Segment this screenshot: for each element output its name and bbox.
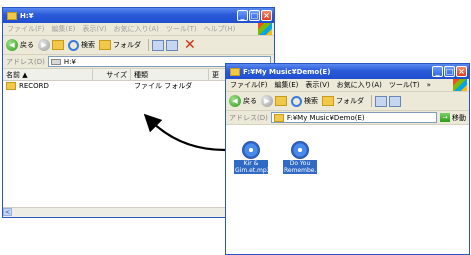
search-button-label[interactable]: 検索 [304,96,318,106]
address-value: H:¥ [63,57,76,66]
item-type: ファイル フォルダ [134,82,193,90]
file-icon-2[interactable]: Do You Remembe.. [283,141,319,174]
forward-arrow-icon[interactable]: ▶ [38,39,50,51]
forward-arrow-icon[interactable]: ▶ [261,95,273,107]
windows-logo-icon [453,79,467,91]
toolbar-separator [371,95,372,107]
windows-logo-icon [258,23,272,35]
back-button-label[interactable]: 戻る [243,96,257,106]
folder-icon [7,11,17,20]
go-arrow-icon[interactable]: → [440,113,450,122]
back-arrow-icon[interactable]: ◀ [6,39,18,51]
menu-view[interactable]: 表示(V) [82,24,106,34]
copy-to-icon[interactable] [389,95,401,107]
back-window-title: H:¥ [20,11,34,20]
front-window-title: F:¥My Music¥Demo(E) [243,67,331,76]
search-icon[interactable] [68,39,79,51]
front-toolbar: ◀ 戻る ▶ 検索 フォルダ [226,92,469,111]
scroll-left-icon[interactable]: < [3,208,12,216]
column-name[interactable]: 名前 ▲ [3,69,93,80]
menu-file[interactable]: ファイル(F) [230,80,268,90]
column-size[interactable]: サイズ [93,69,131,80]
menu-tools[interactable]: ツール(T) [166,24,197,34]
folder-icon [6,82,16,90]
music-file-icon [291,141,309,159]
go-button-label[interactable]: 移動 [452,113,466,123]
menu-view[interactable]: 表示(V) [305,80,329,90]
folder-up-icon[interactable] [275,96,287,106]
folders-button-label[interactable]: フォルダ [113,40,141,50]
delete-icon[interactable]: ✕ [184,38,196,52]
column-type[interactable]: 種類 [131,69,209,80]
search-icon[interactable] [291,95,302,107]
front-menubar: ファイル(F) 編集(E) 表示(V) お気に入り(A) ツール(T) » [226,79,469,92]
front-window-titlebar[interactable]: F:¥My Music¥Demo(E) _ □ × [226,64,469,79]
folders-icon[interactable] [322,96,334,106]
menu-edit[interactable]: 編集(E) [52,24,76,34]
menu-more-chevron[interactable]: » [427,81,431,89]
drive-icon [50,58,61,65]
music-file-icon [242,141,260,159]
menu-favorites[interactable]: お気に入り(A) [114,24,159,34]
back-menubar: ファイル(F) 編集(E) 表示(V) お気に入り(A) ツール(T) ヘルプ(… [3,23,274,36]
back-window-titlebar[interactable]: H:¥ _ □ × [3,8,274,23]
folders-icon[interactable] [99,40,111,50]
toolbar-separator [148,39,149,51]
minimize-button[interactable]: _ [432,66,443,77]
move-to-icon[interactable] [152,39,164,51]
address-value: F:¥My Music¥Demo(E) [286,113,365,122]
back-toolbar: ◀ 戻る ▶ 検索 フォルダ ✕ [3,36,274,55]
front-address-bar: アドレス(D) F:¥My Music¥Demo(E) → 移動 [226,111,469,125]
menu-tools[interactable]: ツール(T) [389,80,420,90]
front-explorer-window: F:¥My Music¥Demo(E) _ □ × ファイル(F) 編集(E) … [225,63,470,255]
copy-to-icon[interactable] [166,39,178,51]
close-button[interactable]: × [261,10,272,21]
file-label: Do You Remembe.. [283,160,319,174]
back-button-label[interactable]: 戻る [20,40,34,50]
folders-button-label[interactable]: フォルダ [336,96,364,106]
address-field[interactable]: F:¥My Music¥Demo(E) [270,112,437,123]
maximize-button[interactable]: □ [249,10,260,21]
file-icon-1[interactable]: Kir & Gim.et.mp3 [234,141,271,174]
folder-icon [230,67,240,76]
folder-up-icon[interactable] [52,40,64,50]
file-label: Kir & Gim.et.mp3 [234,160,271,174]
search-button-label[interactable]: 検索 [81,40,95,50]
back-arrow-icon[interactable]: ◀ [229,95,241,107]
menu-edit[interactable]: 編集(E) [275,80,299,90]
item-name: RECORD [19,82,49,90]
address-label: アドレス(D) [6,57,45,66]
close-button[interactable]: × [456,66,467,77]
minimize-button[interactable]: _ [237,10,248,21]
move-to-icon[interactable] [375,95,387,107]
menu-favorites[interactable]: お気に入り(A) [337,80,382,90]
menu-help[interactable]: ヘルプ(H) [204,24,236,34]
address-label: アドレス(D) [229,113,268,122]
folder-icon [273,113,284,122]
maximize-button[interactable]: □ [444,66,455,77]
menu-file[interactable]: ファイル(F) [7,24,45,34]
